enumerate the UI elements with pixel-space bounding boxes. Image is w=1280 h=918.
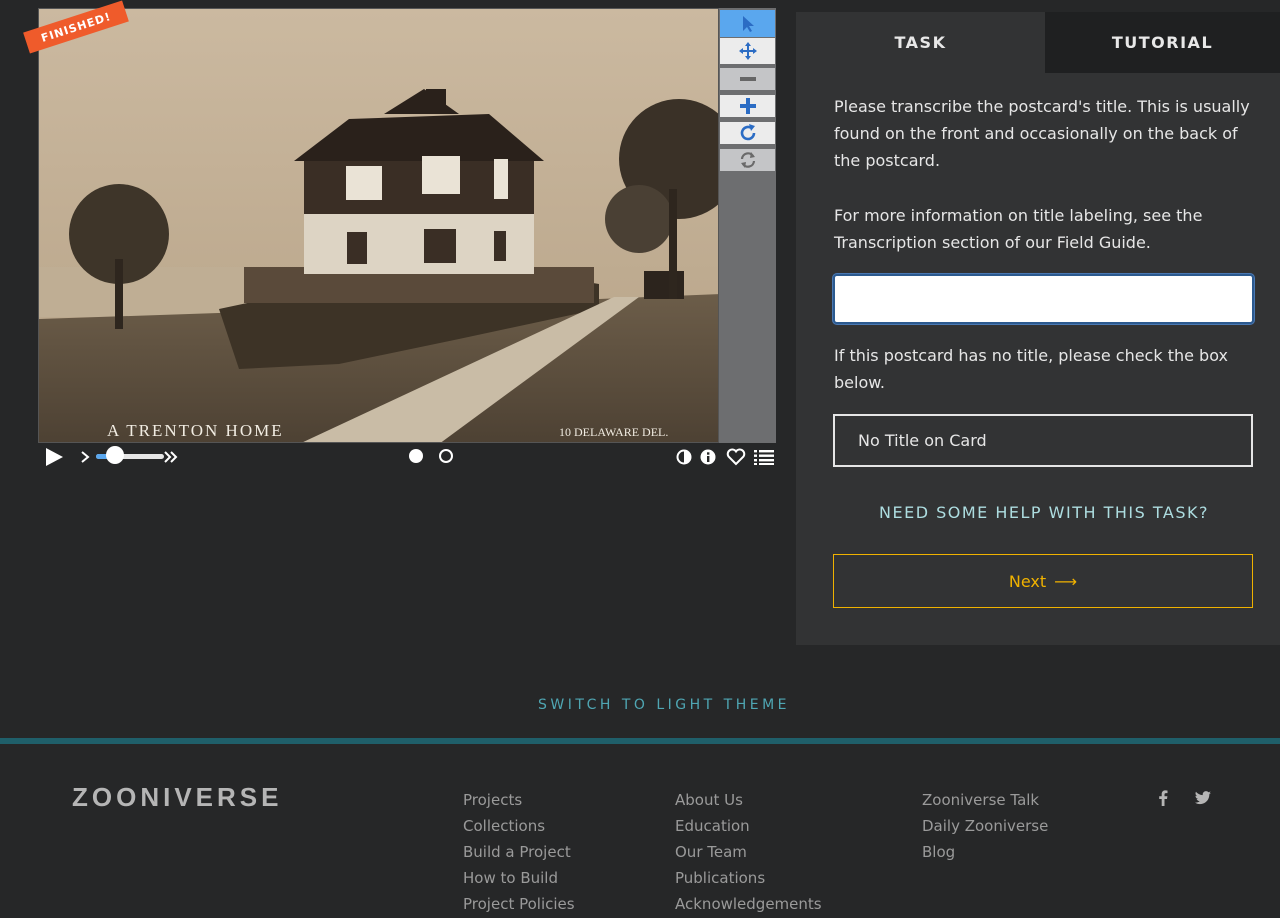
- twitter-icon: [1195, 791, 1211, 805]
- no-title-checkbox[interactable]: No Title on Card: [833, 414, 1253, 467]
- move-icon: [738, 42, 757, 60]
- slider-knob[interactable]: [106, 446, 124, 464]
- footer-link[interactable]: How to Build: [463, 865, 575, 891]
- play-button[interactable]: [42, 446, 66, 468]
- footer-column-talk: Zooniverse Talk Daily Zooniverse Blog: [922, 787, 1048, 865]
- arrow-right-icon: ⟶: [1054, 571, 1078, 591]
- step-forward-icon: [81, 451, 90, 463]
- footer-link[interactable]: Project Policies: [463, 891, 575, 917]
- frame-2-dot[interactable]: [439, 449, 453, 463]
- footer-link[interactable]: Education: [675, 813, 822, 839]
- no-title-label: No Title on Card: [858, 431, 987, 450]
- move-tool-button[interactable]: [720, 38, 775, 64]
- footer-link[interactable]: About Us: [675, 787, 822, 813]
- task-panel: TASK TUTORIAL Please transcribe the post…: [796, 12, 1280, 645]
- footer-link[interactable]: Projects: [463, 787, 575, 813]
- need-help-link[interactable]: NEED SOME HELP WITH THIS TASK?: [834, 503, 1254, 522]
- tab-task[interactable]: TASK: [796, 12, 1045, 73]
- next-button[interactable]: Next ⟶: [833, 554, 1253, 608]
- subject-image[interactable]: A TRENTON HOME 10 DELAWARE DEL.: [38, 8, 719, 443]
- footer-link[interactable]: Collections: [463, 813, 575, 839]
- rotate-icon: [740, 124, 755, 141]
- photo-caption-right: 10 DELAWARE DEL.: [559, 425, 668, 439]
- zoom-in-button[interactable]: [720, 95, 775, 117]
- step-forward-button[interactable]: [78, 448, 92, 466]
- zoom-out-icon: [739, 77, 756, 81]
- image-toolbar: [719, 8, 776, 443]
- frame-1-dot[interactable]: [409, 449, 423, 463]
- tab-tutorial[interactable]: TUTORIAL: [1045, 12, 1280, 73]
- reset-icon: [740, 152, 755, 168]
- subject-viewer: FINISHED! A TRENTON HOME 10 DELAWARE DEL…: [23, 0, 778, 466]
- footer-link[interactable]: Daily Zooniverse: [922, 813, 1048, 839]
- zoom-out-button[interactable]: [720, 68, 775, 90]
- facebook-link[interactable]: [1158, 790, 1168, 810]
- footer-column-projects: Projects Collections Build a Project How…: [463, 787, 575, 917]
- reset-view-button[interactable]: [720, 149, 775, 171]
- favorite-button[interactable]: [725, 447, 747, 467]
- footer-link[interactable]: Our Team: [675, 839, 822, 865]
- rotate-button[interactable]: [720, 122, 775, 144]
- metadata-button[interactable]: [699, 448, 717, 466]
- fast-forward-icon: [164, 451, 178, 463]
- invert-button[interactable]: [675, 448, 693, 466]
- pointer-tool-button[interactable]: [720, 10, 775, 37]
- zooniverse-logo[interactable]: ZOONIVERSE: [72, 782, 282, 813]
- task-instruction: Please transcribe the postcard's title. …: [834, 97, 1250, 170]
- footer-link[interactable]: Zooniverse Talk: [922, 787, 1048, 813]
- info-icon: [700, 449, 716, 465]
- footer-link[interactable]: Blog: [922, 839, 1048, 865]
- site-footer: ZOONIVERSE Projects Collections Build a …: [0, 738, 1280, 918]
- footer-link[interactable]: Build a Project: [463, 839, 575, 865]
- fast-forward-button[interactable]: [162, 448, 180, 466]
- heart-icon: [726, 448, 746, 466]
- zoom-in-icon: [739, 98, 756, 114]
- list-icon: [754, 450, 774, 465]
- pointer-icon: [742, 15, 754, 32]
- play-icon: [46, 448, 63, 466]
- field-guide-note: For more information on title labeling, …: [834, 206, 1203, 252]
- postcard-photo: A TRENTON HOME 10 DELAWARE DEL.: [39, 9, 718, 442]
- next-label: Next: [1008, 571, 1047, 591]
- collections-button[interactable]: [753, 447, 775, 467]
- invert-icon: [676, 449, 692, 465]
- twitter-link[interactable]: [1195, 790, 1211, 809]
- photo-caption-left: A TRENTON HOME: [107, 421, 284, 440]
- frame-controls: [38, 444, 778, 470]
- task-tabs: TASK TUTORIAL: [796, 12, 1280, 73]
- no-title-instruction: If this postcard has no title, please ch…: [834, 346, 1228, 392]
- footer-link[interactable]: Publications: [675, 865, 822, 891]
- facebook-icon: [1159, 790, 1168, 806]
- title-input[interactable]: [833, 274, 1254, 324]
- footer-column-about: About Us Education Our Team Publications…: [675, 787, 822, 917]
- footer-link[interactable]: Acknowledgements: [675, 891, 822, 917]
- switch-theme-link[interactable]: SWITCH TO LIGHT THEME: [0, 697, 1280, 713]
